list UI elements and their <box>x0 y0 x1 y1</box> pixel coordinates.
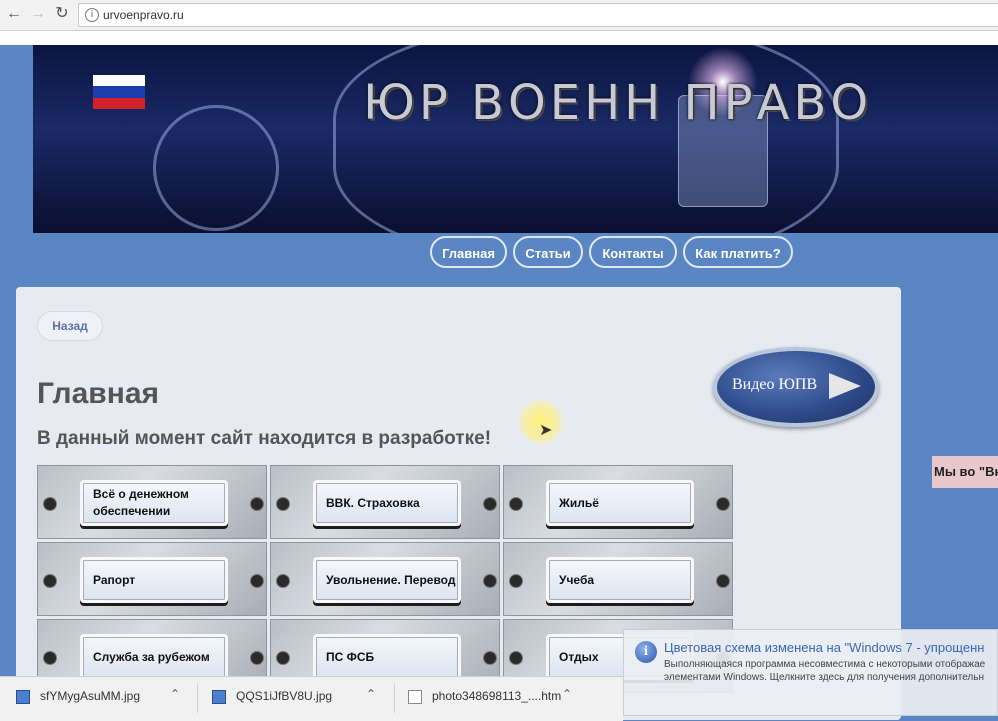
category-button[interactable]: ВВК. Страховка <box>313 480 461 526</box>
bolt-icon <box>250 651 264 665</box>
system-notification[interactable]: i Цветовая схема изменена на "Windows 7 … <box>623 629 998 716</box>
bolt-icon <box>250 574 264 588</box>
category-label: Учеба <box>559 572 595 587</box>
download-filename: photo348698113_....htm <box>432 689 562 703</box>
notification-body: Выполняющаяся программа несовместима с н… <box>664 658 998 684</box>
bolt-icon <box>483 574 497 588</box>
category-label: Рапорт <box>93 572 136 587</box>
info-icon[interactable]: i <box>85 8 99 22</box>
download-item[interactable]: sfYMygAsuMM.jpg ⌃ <box>16 677 191 719</box>
download-item[interactable]: QQS1iJfBV8U.jpg ⌃ <box>212 677 387 719</box>
bolt-icon <box>483 651 497 665</box>
category-label: Увольнение. Перевод <box>326 572 456 587</box>
arrow-right-icon[interactable]: → <box>29 5 47 23</box>
divider <box>394 683 395 713</box>
category-button[interactable]: Учеба <box>546 557 694 603</box>
chevron-up-icon[interactable]: ⌃ <box>170 687 180 701</box>
bolt-icon <box>509 497 523 511</box>
category-button[interactable]: Служба за рубежом <box>80 634 228 680</box>
play-arrow-icon <box>829 373 861 399</box>
category-label: Служба за рубежом <box>93 649 210 664</box>
nav-main[interactable]: Главная <box>430 236 507 268</box>
tile-dismissal: Увольнение. Перевод <box>270 542 500 616</box>
notification-line: Выполняющаяся программа несовместима с н… <box>664 659 986 670</box>
category-label: Всё о денежном обеспечении <box>93 487 189 518</box>
image-file-icon <box>16 690 30 704</box>
category-button[interactable]: Рапорт <box>80 557 228 603</box>
bolt-icon <box>43 651 57 665</box>
bolt-icon <box>509 574 523 588</box>
info-icon: i <box>635 641 657 663</box>
bolt-icon <box>509 651 523 665</box>
download-item[interactable]: photo348698113_....htm ⌃ <box>408 677 588 719</box>
arrow-left-icon[interactable]: ← <box>5 5 23 23</box>
tile-study: Учеба <box>503 542 733 616</box>
nav-articles[interactable]: Статьи <box>513 236 583 268</box>
notification-title: Цветовая схема изменена на "Windows 7 - … <box>664 640 985 655</box>
document-file-icon <box>408 690 422 704</box>
download-filename: QQS1iJfBV8U.jpg <box>236 689 333 703</box>
nav-contacts[interactable]: Контакты <box>589 236 677 268</box>
bolt-icon <box>716 574 730 588</box>
category-label: Жильё <box>559 495 599 510</box>
back-button[interactable]: Назад <box>37 311 103 341</box>
video-button-label: Видео ЮПВ <box>732 376 818 393</box>
bolt-icon <box>716 497 730 511</box>
category-button[interactable]: Всё о денежном обеспечении <box>80 480 228 526</box>
category-label: ПС ФСБ <box>326 649 375 664</box>
reload-icon[interactable]: ↻ <box>53 5 71 23</box>
bolt-icon <box>276 497 290 511</box>
page-title: Главная <box>37 377 160 410</box>
download-filename: sfYMygAsuMM.jpg <box>40 689 141 703</box>
tile-housing: Жильё <box>503 465 733 539</box>
bolt-icon <box>483 497 497 511</box>
image-file-icon <box>212 690 226 704</box>
notification-line: элементами Windows. Щелкните здесь для п… <box>664 672 984 683</box>
tile-vvk: ВВК. Страховка <box>270 465 500 539</box>
mouse-pointer-icon: ➤ <box>539 420 553 439</box>
video-button[interactable]: Видео ЮПВ <box>713 347 879 427</box>
address-bar[interactable]: i urvoenpravo.ru <box>78 3 998 27</box>
category-button[interactable]: Увольнение. Перевод <box>313 557 461 603</box>
downloads-bar: sfYMygAsuMM.jpg ⌃ QQS1iJfBV8U.jpg ⌃ phot… <box>0 676 623 721</box>
category-label: ВВК. Страховка <box>326 495 420 510</box>
page-subtitle: В данный момент сайт находится в разрабо… <box>37 428 492 449</box>
url-text[interactable]: urvoenpravo.ru <box>103 8 184 22</box>
russian-flag-icon <box>93 75 145 109</box>
chevron-up-icon[interactable]: ⌃ <box>562 687 572 701</box>
bolt-icon <box>276 574 290 588</box>
nav-how-to-pay[interactable]: Как платить? <box>683 236 793 268</box>
browser-toolbar: ← → ↻ i urvoenpravo.ru <box>0 0 998 31</box>
social-widget-tab[interactable]: Мы во "Вк <box>932 456 998 488</box>
category-button[interactable]: ПС ФСБ <box>313 634 461 680</box>
banner-planet-decor <box>153 105 279 231</box>
bolt-icon <box>43 574 57 588</box>
tile-report: Рапорт <box>37 542 267 616</box>
page-top-strip <box>0 31 998 45</box>
category-button[interactable]: Жильё <box>546 480 694 526</box>
divider <box>197 683 198 713</box>
chevron-up-icon[interactable]: ⌃ <box>366 687 376 701</box>
site-banner: ЮР ВОЕНН ПРАВО <box>33 45 998 233</box>
bolt-icon <box>43 497 57 511</box>
banner-title: ЮР ВОЕНН ПРАВО <box>363 75 873 131</box>
tile-money: Всё о денежном обеспечении <box>37 465 267 539</box>
bolt-icon <box>250 497 264 511</box>
bolt-icon <box>276 651 290 665</box>
